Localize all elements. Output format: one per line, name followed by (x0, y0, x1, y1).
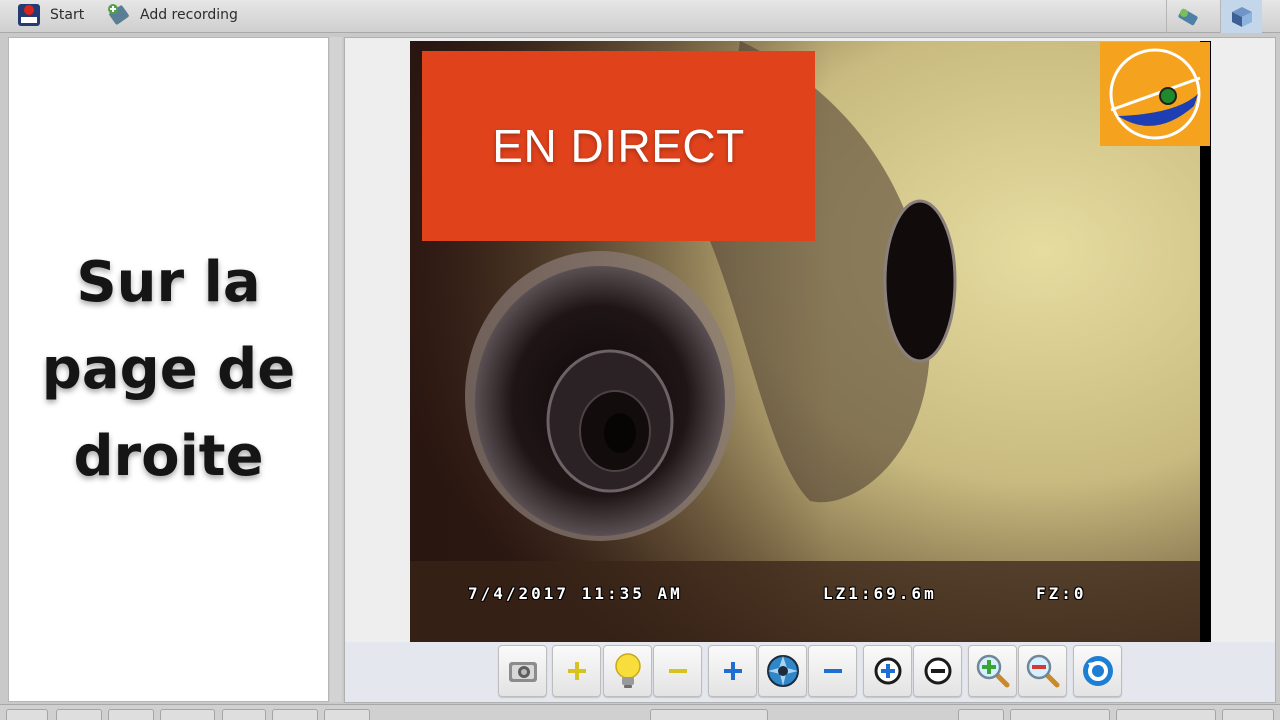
light-increase-button[interactable] (552, 645, 601, 697)
light-decrease-button[interactable] (653, 645, 702, 697)
plus-blue-icon (723, 662, 742, 680)
start-icon (18, 4, 40, 26)
zoom-in-button[interactable] (968, 645, 1017, 697)
reset-button[interactable] (1073, 645, 1122, 697)
iris-button[interactable] (758, 645, 807, 697)
cube-icon (1231, 6, 1252, 27)
bottom-tab[interactable] (1010, 709, 1110, 720)
bottom-tab[interactable] (324, 709, 370, 720)
circle-plus-icon (874, 657, 901, 685)
panel-splitter[interactable] (330, 37, 342, 702)
instruction-line-1: Sur la (76, 250, 261, 315)
bottom-tab[interactable] (160, 709, 215, 720)
lightbulb-icon (614, 653, 641, 688)
osd-focus-zoom: FZ:0 (1036, 584, 1087, 603)
inclination-indicator (1100, 42, 1210, 146)
rotate-icon (1082, 656, 1113, 686)
instruction-line-2: page de (41, 337, 296, 402)
add-recording-icon (108, 4, 129, 25)
camera-icon (508, 662, 537, 682)
tools-icon (1177, 8, 1198, 25)
start-button[interactable]: Start (16, 2, 84, 28)
bottom-scroll-handle[interactable] (650, 709, 768, 720)
bottom-tab[interactable] (108, 709, 154, 720)
bottom-status-strip (0, 704, 1280, 720)
bottom-tab[interactable] (1222, 709, 1274, 720)
circle-minus-icon (924, 657, 951, 685)
zoom-out-button[interactable] (1018, 645, 1067, 697)
aperture-icon (766, 655, 799, 687)
view-toolbar-button[interactable] (1220, 0, 1262, 33)
minus-blue-icon (823, 669, 842, 673)
light-toggle-button[interactable] (603, 645, 652, 697)
iris-decrease-button[interactable] (808, 645, 857, 697)
left-panel: Sur la page de droite (8, 37, 329, 702)
settings-toolbar-button[interactable] (1166, 0, 1208, 33)
bottom-tab[interactable] (958, 709, 1004, 720)
bottom-tab[interactable] (1116, 709, 1216, 720)
focus-in-button[interactable] (863, 645, 912, 697)
bottom-tab[interactable] (272, 709, 318, 720)
start-label: Start (50, 7, 85, 23)
bottom-tab[interactable] (6, 709, 48, 720)
top-toolbar: Start Add recording (0, 0, 1280, 33)
osd-distance: LZ1:69.6m (823, 584, 937, 603)
bottom-tab[interactable] (56, 709, 102, 720)
osd-date-time: 7/4/2017 11:35 AM (468, 584, 683, 603)
focus-out-button[interactable] (913, 645, 962, 697)
minus-yellow-icon (668, 669, 687, 673)
plus-yellow-icon (567, 662, 586, 680)
iris-increase-button[interactable] (708, 645, 757, 697)
instruction-line-3: droite (73, 424, 264, 489)
zoom-in-icon (976, 654, 1009, 688)
bottom-tab[interactable] (222, 709, 266, 720)
add-recording-label: Add recording (140, 7, 238, 23)
add-recording-button[interactable]: Add recording (106, 2, 238, 28)
live-badge-label: EN DIRECT (492, 120, 745, 172)
zoom-out-icon (1026, 654, 1059, 688)
live-badge: EN DIRECT (422, 51, 815, 241)
instruction-text: Sur la page de droite (19, 239, 319, 500)
snapshot-button[interactable] (498, 645, 547, 697)
inclinometer-icon (1109, 48, 1201, 140)
